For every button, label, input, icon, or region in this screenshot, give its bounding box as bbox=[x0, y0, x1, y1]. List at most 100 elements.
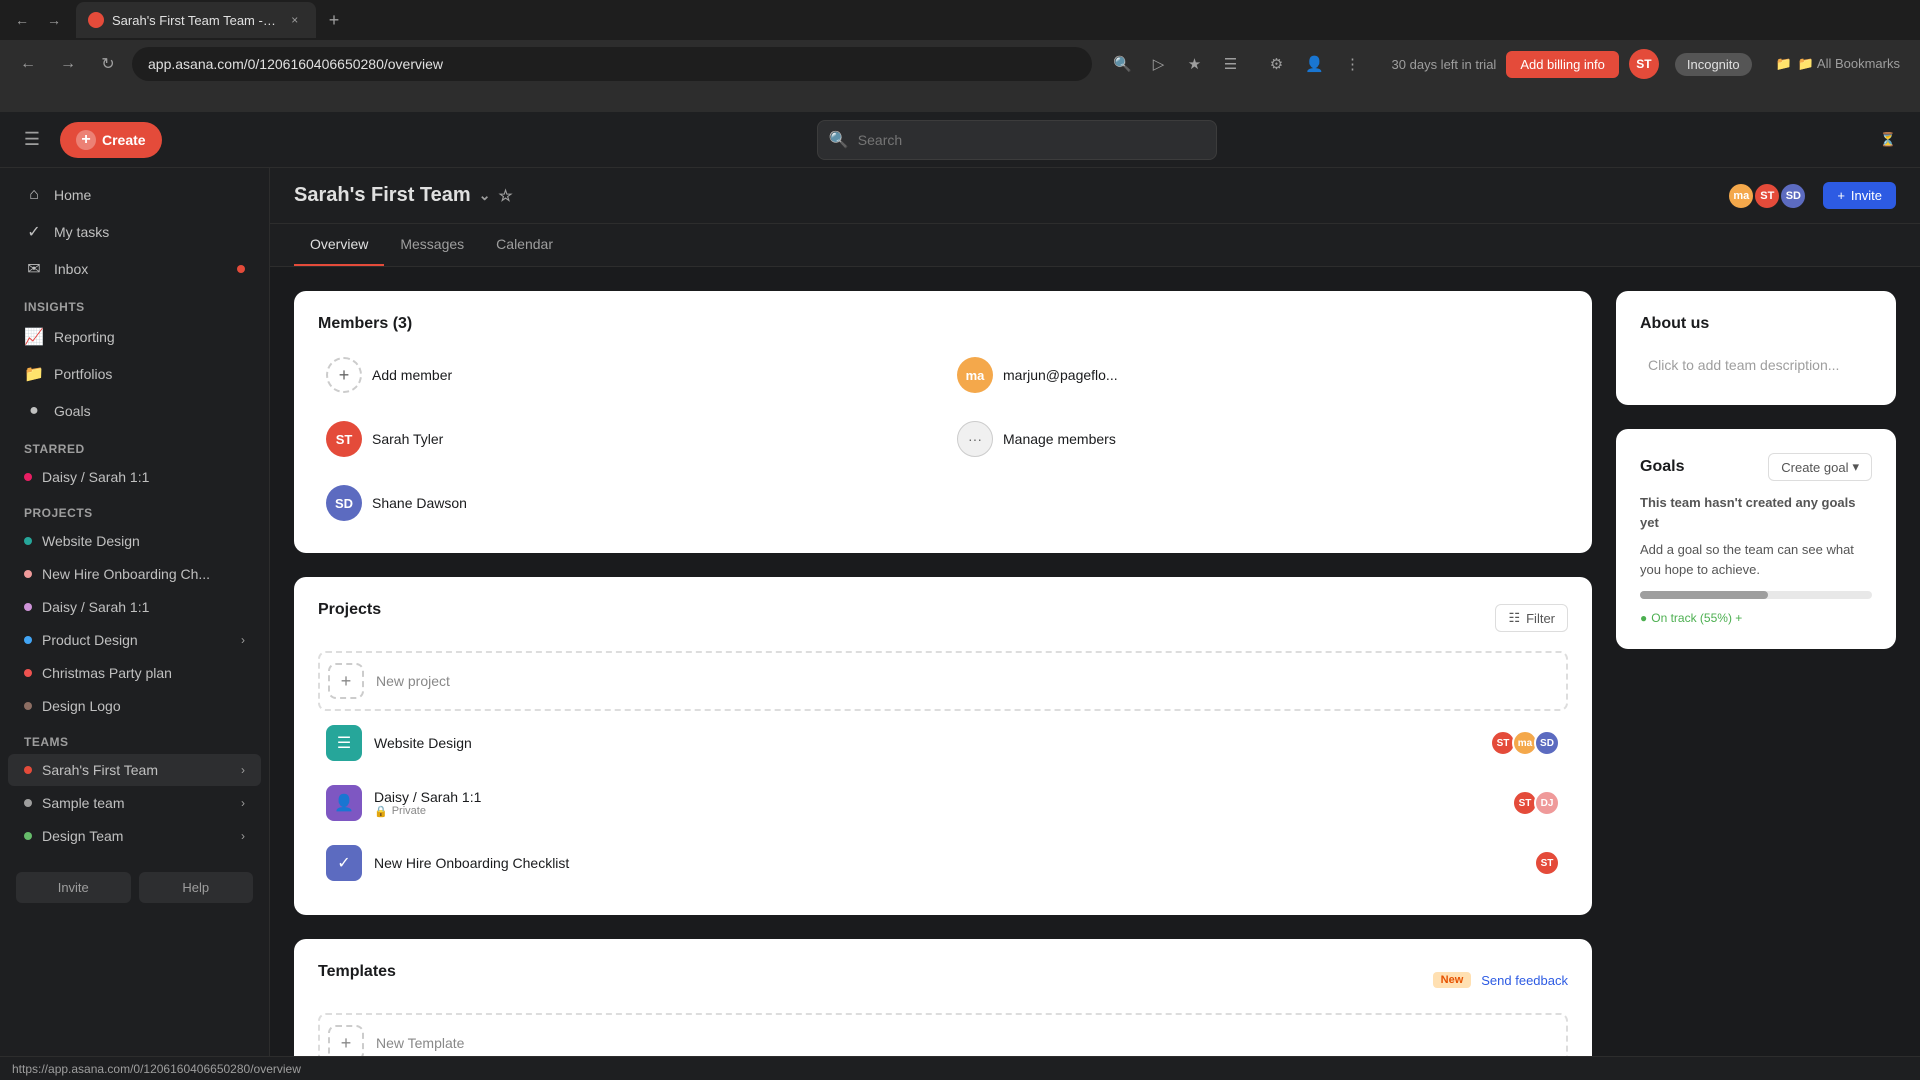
sidebar-icon[interactable]: ☰ bbox=[1216, 49, 1246, 79]
tab-close-button[interactable]: × bbox=[286, 10, 304, 30]
sidebar-item-portfolios[interactable]: 📁 Portfolios bbox=[8, 356, 261, 392]
project-name-website-design: Website Design bbox=[374, 735, 1482, 751]
sidebar-my-tasks-label: My tasks bbox=[54, 224, 245, 240]
filter-button[interactable]: ☷ Filter bbox=[1495, 604, 1568, 632]
add-member-item[interactable]: + Add member bbox=[318, 349, 937, 401]
sidebar-item-design-logo[interactable]: Design Logo bbox=[8, 690, 261, 722]
timer-button[interactable]: ⏳ bbox=[1872, 124, 1904, 156]
member-item-sarah[interactable]: ST Sarah Tyler bbox=[318, 413, 937, 465]
tab-overview[interactable]: Overview bbox=[294, 224, 384, 266]
lock-icon: 🔒 bbox=[374, 805, 388, 818]
product-design-chevron-icon: › bbox=[241, 633, 245, 647]
projects-title: Projects bbox=[318, 601, 381, 619]
new-template-item[interactable]: + New Template bbox=[318, 1013, 1568, 1056]
bookmarks-folder-icon: 📁 bbox=[1776, 56, 1792, 72]
active-tab[interactable]: Sarah's First Team Team - As... × bbox=[76, 2, 316, 38]
profile-button[interactable]: 👤 bbox=[1300, 49, 1330, 79]
design-team-dot-icon bbox=[24, 832, 32, 840]
search-browser-icon[interactable]: 🔍 bbox=[1108, 49, 1138, 79]
team-star-icon[interactable]: ☆ bbox=[498, 186, 512, 206]
goals-empty-title: This team hasn't created any goals yet bbox=[1640, 493, 1872, 532]
starred-dot-icon bbox=[24, 473, 32, 481]
member-item-shane[interactable]: SD Shane Dawson bbox=[318, 477, 937, 529]
extensions-button[interactable]: ⚙ bbox=[1262, 49, 1292, 79]
member-name-sarah: Sarah Tyler bbox=[372, 431, 443, 447]
sidebar-home-label: Home bbox=[54, 187, 245, 203]
project-private-label: 🔒 Private bbox=[374, 805, 1504, 818]
templates-card: Templates New Send feedback + New Templa… bbox=[294, 939, 1592, 1056]
sidebar-item-reporting[interactable]: 📈 Reporting bbox=[8, 319, 261, 355]
new-project-item[interactable]: + New project bbox=[318, 651, 1568, 711]
bookmark-icon[interactable]: ★ bbox=[1180, 49, 1210, 79]
forward-button[interactable]: → bbox=[40, 6, 68, 34]
design-team-chevron-icon: › bbox=[241, 829, 245, 843]
address-bar[interactable] bbox=[132, 47, 1092, 81]
sidebar-item-inbox[interactable]: ✉ Inbox bbox=[8, 251, 261, 287]
add-member-circle-icon: + bbox=[326, 357, 362, 393]
nav-forward-button[interactable]: → bbox=[52, 48, 84, 80]
on-track-dot-icon: ● bbox=[1640, 611, 1647, 625]
project-item-website-design[interactable]: ☰ Website Design ST ma SD bbox=[318, 715, 1568, 771]
cast-icon[interactable]: ▷ bbox=[1144, 49, 1174, 79]
member-avatar-shane: SD bbox=[326, 485, 362, 521]
user-avatar-browser[interactable]: ST bbox=[1629, 49, 1659, 79]
sidebar-item-product-design[interactable]: Product Design › bbox=[8, 624, 261, 656]
sidebar-item-christmas-party[interactable]: Christmas Party plan bbox=[8, 657, 261, 689]
main-content: Sarah's First Team ⌄ ☆ ma ST SD + Invite… bbox=[270, 168, 1920, 1056]
team-name-chevron-icon[interactable]: ⌄ bbox=[479, 187, 491, 204]
sidebar-item-home[interactable]: ⌂ Home bbox=[8, 177, 261, 213]
sidebar-goals-label: Goals bbox=[54, 403, 245, 419]
help-button[interactable]: Help bbox=[139, 872, 254, 903]
bookmarks-label: 📁 All Bookmarks bbox=[1798, 56, 1900, 72]
new-tab-button[interactable]: + bbox=[320, 6, 348, 34]
sidebar-new-hire-label: New Hire Onboarding Ch... bbox=[42, 566, 245, 582]
sidebar-item-goals[interactable]: ● Goals bbox=[8, 393, 261, 429]
invite-label: Invite bbox=[1851, 188, 1882, 203]
search-input[interactable] bbox=[817, 120, 1217, 160]
sidebar-item-design-team[interactable]: Design Team › bbox=[8, 820, 261, 852]
hamburger-button[interactable]: ☰ bbox=[16, 124, 48, 156]
invite-button[interactable]: Invite bbox=[16, 872, 131, 903]
more-button[interactable]: ⋮ bbox=[1338, 49, 1368, 79]
website-design-icon: ☰ bbox=[326, 725, 362, 761]
daisy-sarah2-dot-icon bbox=[24, 603, 32, 611]
project-item-new-hire[interactable]: ✓ New Hire Onboarding Checklist ST bbox=[318, 835, 1568, 891]
sidebar-item-daisy-sarah[interactable]: Daisy / Sarah 1:1 bbox=[8, 461, 261, 493]
about-card: About us Click to add team description..… bbox=[1616, 291, 1896, 405]
sidebar-item-new-hire[interactable]: New Hire Onboarding Ch... bbox=[8, 558, 261, 590]
manage-members-circle-icon: ··· bbox=[957, 421, 993, 457]
member-item-marjun[interactable]: ma marjun@pageflo... bbox=[949, 349, 1568, 401]
goals-on-track-label[interactable]: ● On track (55%) + bbox=[1640, 611, 1872, 625]
tab-messages[interactable]: Messages bbox=[384, 224, 480, 266]
sidebar-item-sarahs-first-team[interactable]: Sarah's First Team › bbox=[8, 754, 261, 786]
create-goal-button[interactable]: Create goal ▾ bbox=[1768, 453, 1872, 481]
starred-section-label: Starred bbox=[0, 430, 269, 460]
reporting-icon: 📈 bbox=[24, 327, 44, 347]
project-name-new-hire: New Hire Onboarding Checklist bbox=[374, 855, 1526, 871]
sidebar-item-website-design[interactable]: Website Design bbox=[8, 525, 261, 557]
website-design-dot-icon bbox=[24, 537, 32, 545]
projects-section-label: Projects bbox=[0, 494, 269, 524]
sidebar-item-sample-team[interactable]: Sample team › bbox=[8, 787, 261, 819]
sidebar-item-my-tasks[interactable]: ✓ My tasks bbox=[8, 214, 261, 250]
nav-back-button[interactable]: ← bbox=[12, 48, 44, 80]
about-placeholder[interactable]: Click to add team description... bbox=[1640, 349, 1872, 381]
back-button[interactable]: ← bbox=[8, 6, 36, 34]
member-avatar-sd: SD bbox=[1779, 182, 1807, 210]
project-name-daisy-sarah: Daisy / Sarah 1:1 bbox=[374, 789, 1504, 805]
member-avatar-marjun: ma bbox=[957, 357, 993, 393]
member-item-manage[interactable]: ··· Manage members bbox=[949, 413, 1568, 465]
design-logo-dot-icon bbox=[24, 702, 32, 710]
tab-calendar[interactable]: Calendar bbox=[480, 224, 569, 266]
reload-button[interactable]: ↻ bbox=[92, 48, 124, 80]
add-billing-button[interactable]: Add billing info bbox=[1506, 51, 1619, 78]
bookmarks-button[interactable]: 📁 📁 All Bookmarks bbox=[1768, 52, 1908, 76]
sidebar-sample-team-label: Sample team bbox=[42, 795, 231, 811]
tab-title: Sarah's First Team Team - As... bbox=[112, 13, 278, 28]
sidebar: ⌂ Home ✓ My tasks ✉ Inbox Insights 📈 Rep… bbox=[0, 168, 270, 1056]
create-button[interactable]: + Create bbox=[60, 122, 162, 158]
invite-team-button[interactable]: + Invite bbox=[1823, 182, 1896, 209]
send-feedback-link[interactable]: Send feedback bbox=[1481, 973, 1568, 988]
sidebar-item-daisy-sarah2[interactable]: Daisy / Sarah 1:1 bbox=[8, 591, 261, 623]
project-item-daisy-sarah[interactable]: 👤 Daisy / Sarah 1:1 🔒 Private ST bbox=[318, 775, 1568, 831]
